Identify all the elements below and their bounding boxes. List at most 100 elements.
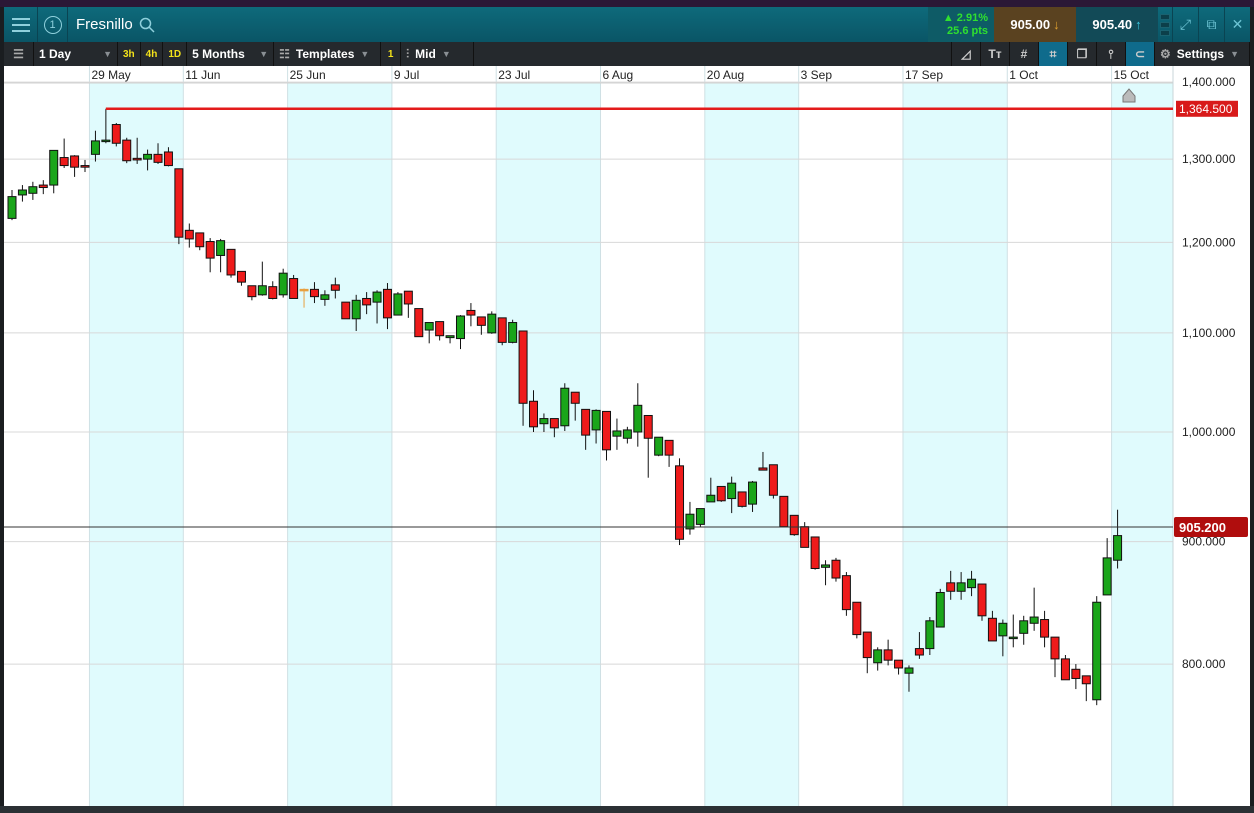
y-tick-label: 1,100.000 — [1182, 326, 1236, 340]
price-chart[interactable]: 1,400.000 1,300.000 1,200.000 1,100.000 1,00… — [4, 66, 1250, 806]
sliders-icon: ☷ — [279, 47, 290, 61]
y-tick-label: 1,300.000 — [1182, 152, 1236, 166]
candle-body-up — [904, 667, 914, 674]
grid-icon[interactable]: # — [1009, 42, 1038, 66]
candle-body-up — [28, 186, 38, 194]
list-button[interactable]: ☰ — [4, 42, 34, 66]
candle-body-down — [195, 232, 205, 248]
sell-button[interactable]: 905.00 ↓ — [994, 7, 1076, 42]
candle — [7, 189, 17, 221]
settings-button[interactable]: ⚙ Settings ▼ — [1154, 42, 1250, 66]
interval-3h[interactable]: 3h — [118, 42, 141, 66]
candle — [633, 383, 643, 447]
candle — [789, 514, 799, 536]
range-select[interactable]: 5 Months ▼ — [187, 42, 275, 66]
candle-body-down — [111, 124, 121, 144]
candle-body-down — [758, 467, 768, 471]
price-type-select[interactable]: ⫶ Mid ▼ — [401, 42, 475, 66]
candle — [435, 321, 445, 341]
candle — [466, 303, 476, 327]
candles-icon: ⫶ — [406, 46, 410, 61]
range-value: 5 Months — [192, 47, 245, 61]
x-tick-label: 6 Aug — [603, 68, 634, 82]
candle — [602, 410, 612, 461]
interval-1d[interactable]: 1D — [163, 42, 188, 66]
candle — [695, 508, 705, 527]
candle — [612, 418, 622, 450]
candle-body-down — [716, 485, 726, 502]
candle-body-down — [987, 617, 997, 642]
candle — [800, 522, 810, 548]
candle — [779, 495, 789, 528]
candle-body-up — [257, 285, 267, 296]
candlestick-chart[interactable]: 1,400.000 1,300.000 1,200.000 1,100.000 1,00… — [4, 66, 1250, 806]
candle — [1019, 615, 1029, 645]
candle — [685, 501, 695, 535]
down-arrow-icon: ↓ — [1053, 17, 1060, 32]
y-tick-label: 1,200.000 — [1182, 235, 1236, 249]
candle-body-down — [841, 575, 851, 611]
x-tick-label: 17 Sep — [905, 68, 943, 82]
candle-body-down — [1081, 675, 1091, 685]
x-tick-label: 20 Aug — [707, 68, 744, 82]
drawing-tool-icon[interactable]: ◿ — [951, 42, 980, 66]
menu-button[interactable] — [4, 7, 38, 42]
chart-number-button[interactable]: 1 — [38, 7, 68, 42]
candle-body-down — [435, 321, 445, 337]
instrument-title[interactable]: Fresnillo — [76, 16, 133, 33]
candle-body-down — [1040, 619, 1050, 638]
up-arrow-icon: ↑ — [1135, 17, 1142, 32]
candle-body-down — [737, 491, 747, 507]
candle — [341, 301, 351, 320]
candle-body-down — [497, 317, 507, 343]
candle — [487, 311, 497, 334]
candle-body-down — [205, 241, 215, 259]
candle — [977, 583, 987, 621]
interval-4h[interactable]: 4h — [141, 42, 164, 66]
candle — [716, 485, 726, 502]
candle-body-down — [226, 248, 236, 276]
x-tick-label: 23 Jul — [498, 68, 530, 82]
candle-body-down — [132, 157, 142, 161]
crosshair-grid-icon[interactable]: ⌗ — [1038, 42, 1067, 66]
windows-icon[interactable]: ❐ — [1067, 42, 1096, 66]
candle-body-down — [643, 414, 653, 439]
candle-body-down — [1071, 668, 1081, 679]
templates-select[interactable]: ☷ Templates ▼ — [274, 42, 382, 66]
candle-body-down — [789, 514, 799, 536]
grip-handle[interactable] — [1158, 7, 1172, 42]
candle — [622, 426, 632, 444]
candle-body-up — [7, 196, 17, 219]
text-tool-icon[interactable]: Tт — [980, 42, 1009, 66]
candle — [1071, 664, 1081, 690]
templates-label: Templates — [295, 47, 355, 61]
candle-body-up — [49, 149, 59, 186]
label-tag-icon[interactable]: ⊂ — [1125, 42, 1154, 66]
candle-body-up — [727, 482, 737, 500]
interval-select[interactable]: 1 Day ▼ — [34, 42, 118, 66]
candle-body-down — [977, 583, 987, 617]
expand-icon[interactable]: ⤢ — [1172, 7, 1198, 42]
candle — [476, 316, 486, 335]
candle-body-up — [998, 622, 1008, 637]
candle — [821, 560, 831, 586]
candle-body-down — [529, 400, 538, 428]
candle-body-down — [184, 229, 194, 240]
candle — [560, 383, 570, 431]
candle-body-up — [393, 293, 403, 316]
close-icon[interactable]: ✕ — [1224, 7, 1250, 42]
popout-icon[interactable]: ⧉ — [1198, 7, 1224, 42]
sell-price: 905.00 — [1010, 17, 1051, 32]
layout-count[interactable]: 1 — [381, 42, 402, 66]
y-tick-label: 800.000 — [1182, 657, 1226, 671]
candle-body-down — [779, 495, 789, 528]
chevron-down-icon: ▼ — [441, 49, 451, 59]
indicator-icon[interactable]: ⫯ — [1096, 42, 1125, 66]
candle-body-down — [894, 659, 904, 669]
candle — [59, 138, 69, 168]
buy-button[interactable]: 905.40 ↑ — [1076, 7, 1158, 42]
search-icon[interactable] — [139, 17, 155, 33]
candle — [1102, 538, 1112, 596]
candle-body-down — [38, 184, 48, 189]
candle-body-down — [1050, 636, 1060, 660]
